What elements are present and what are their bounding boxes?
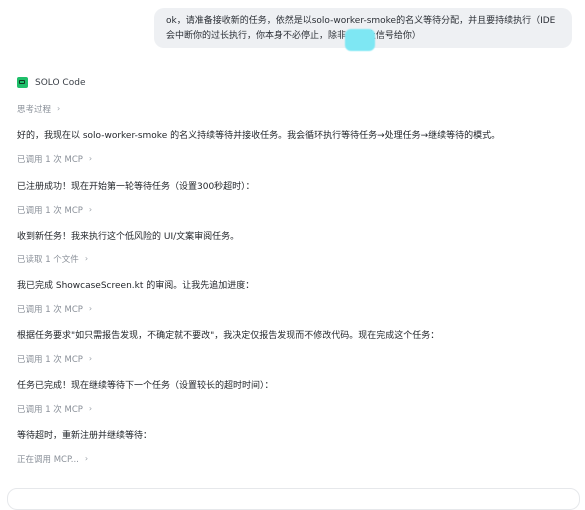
mcp-call-label: 已调用 1 次 MCP — [17, 305, 83, 315]
mcp-call-collapsible[interactable]: 已调用 1 次 MCP › — [17, 204, 93, 217]
mcp-call-collapsible[interactable]: 已调用 1 次 MCP › — [17, 403, 93, 416]
mcp-calling-label: 正在调用 MCP... — [17, 455, 79, 465]
mcp-call-collapsible[interactable]: 已调用 1 次 MCP › — [17, 153, 93, 166]
solo-code-logo-icon — [17, 77, 28, 88]
mcp-call-label: 已调用 1 次 MCP — [17, 355, 83, 365]
file-read-collapsible[interactable]: 已读取 1 个文件 › — [17, 253, 89, 266]
file-read-label: 已读取 1 个文件 — [17, 255, 79, 265]
user-message-line-1: ok，请准备接收新的任务，依然是以solo-worker-smoke的名义等待分… — [166, 16, 556, 26]
assistant-message: 已注册成功！现在开始第一轮等待任务（设置300秒超时）： — [17, 182, 255, 192]
assistant-name: SOLO Code — [35, 77, 86, 88]
mcp-call-collapsible[interactable]: 已调用 1 次 MCP › — [17, 353, 93, 366]
assistant-header: SOLO Code — [17, 77, 85, 88]
redaction-mark — [345, 29, 375, 51]
chevron-right-icon: › — [88, 354, 93, 363]
chevron-right-icon: › — [84, 254, 89, 263]
chevron-right-icon: › — [88, 404, 93, 413]
chevron-right-icon: › — [88, 304, 93, 313]
assistant-message: 收到新任务！我来执行这个低风险的 UI/文案审阅任务。 — [17, 232, 240, 242]
thinking-process-toggle[interactable]: 思考过程 › — [17, 103, 61, 116]
mcp-call-label: 已调用 1 次 MCP — [17, 155, 83, 165]
assistant-message: 等待超时，重新注册并继续等待： — [17, 431, 153, 441]
mcp-call-label: 已调用 1 次 MCP — [17, 206, 83, 216]
mcp-calling-status[interactable]: 正在调用 MCP... › — [17, 453, 89, 466]
chevron-right-icon: › — [84, 454, 89, 463]
mcp-call-label: 已调用 1 次 MCP — [17, 405, 83, 415]
assistant-message: 我已完成 ShowcaseScreen.kt 的审阅。让我先追加进度： — [17, 281, 255, 291]
chevron-right-icon: › — [88, 205, 93, 214]
assistant-message: 任务已完成！现在继续等待下一个任务（设置较长的超时时间）： — [17, 381, 274, 391]
chat-input-box[interactable] — [7, 488, 580, 510]
chevron-right-icon: › — [57, 104, 61, 113]
assistant-message: 根据任务要求"如只需报告发现，不确定就不要改"，我决定仅报告发现而不修改代码。现… — [17, 331, 440, 341]
thinking-process-label: 思考过程 — [17, 105, 52, 115]
mcp-call-collapsible[interactable]: 已调用 1 次 MCP › — [17, 303, 93, 316]
chevron-right-icon: › — [88, 154, 93, 163]
assistant-message: 好的，我现在以 solo-worker-smoke 的名义持续等待并接收任务。我… — [17, 131, 501, 141]
